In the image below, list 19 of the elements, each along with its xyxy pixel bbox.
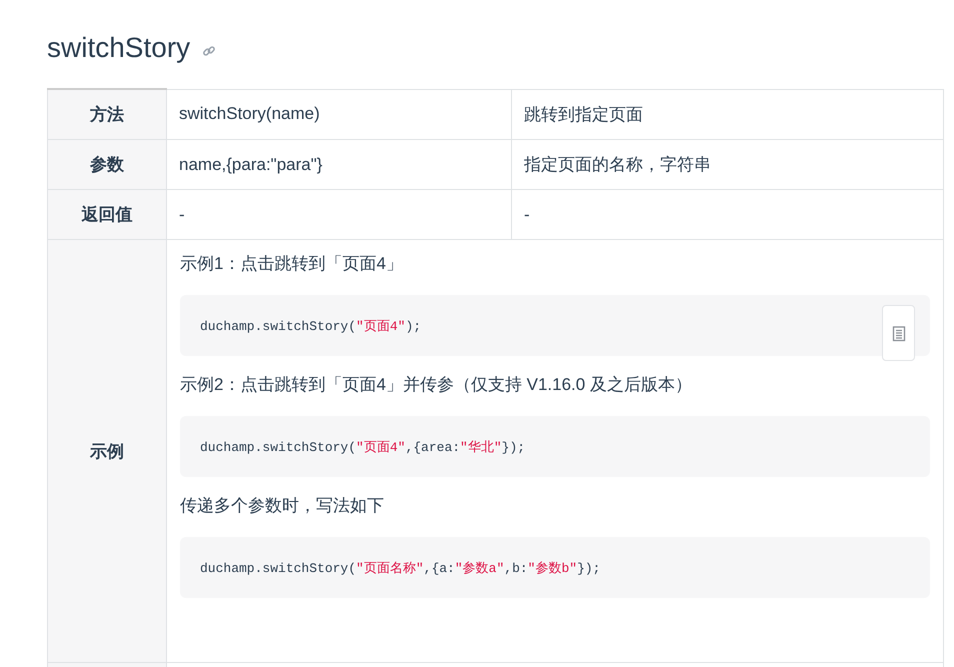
table-cell: switchStory(name) [166,89,512,140]
page-heading: switchStory [47,32,190,64]
example-caption: 示例1：点击跳转到「页面4」 [180,253,404,275]
row-label: 返回值 [48,190,166,240]
table-cell: 跳转到指定页面 [512,89,944,140]
row-label: 示例 [48,240,166,662]
table-cell: - [166,190,512,240]
table-cell: name,{para:"para"} [166,140,512,190]
row-label: 方法 [48,89,166,140]
copy-button[interactable] [882,305,915,361]
link-icon[interactable] [202,44,216,58]
row-label: 参数 [48,140,166,190]
table-cell: - [512,190,944,240]
code-block: duchamp.switchStory("页面名称",{a:"参数a",b:"参数b"}); [180,537,930,598]
example-caption: 传递多个参数时，写法如下 [180,495,385,517]
code-block: duchamp.switchStory("页面4",{area:"华北"}); [180,416,930,477]
example-caption: 示例2：点击跳转到「页面4」并传参（仅支持 V1.16.0 及之后版本） [180,374,693,396]
document-icon [890,324,906,342]
table-cell: 指定页面的名称，字符串 [512,140,944,190]
